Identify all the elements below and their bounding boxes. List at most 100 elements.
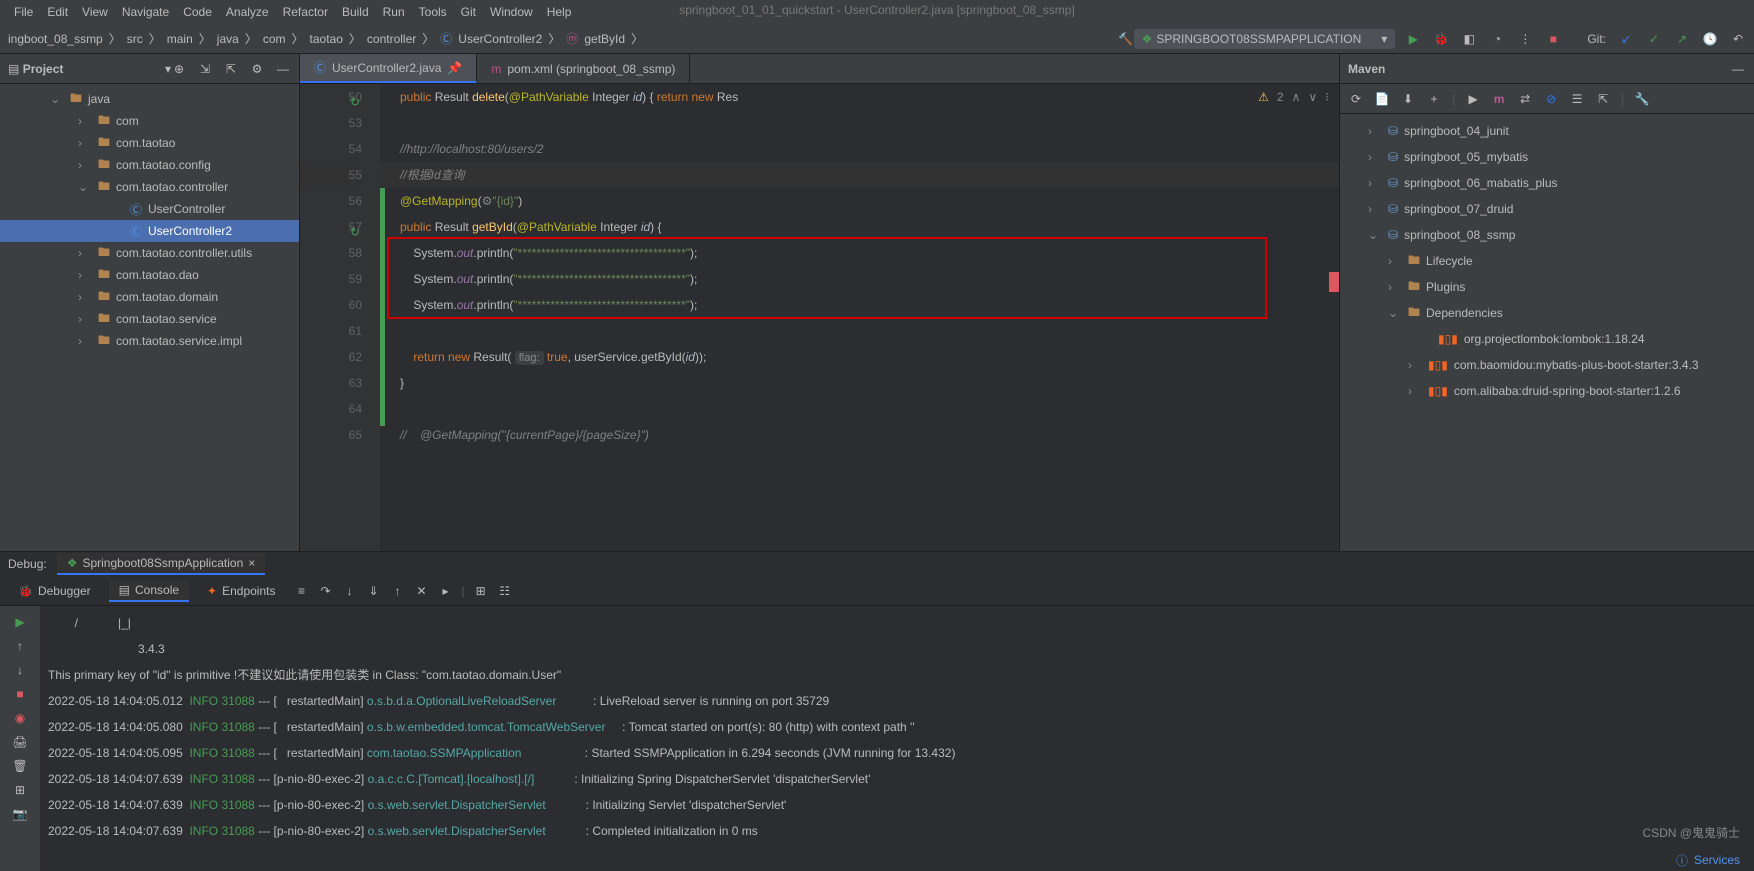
pin-icon[interactable]: 📌 [447,61,462,75]
bc-controller[interactable]: controller [367,32,416,46]
maven-item[interactable]: ›🖿Lifecycle [1340,248,1754,274]
step-into-icon[interactable]: ↓ [341,583,357,599]
tab-usercontroller2[interactable]: Ⓒ UserController2.java 📌 [300,54,477,83]
maven-item[interactable]: ›⛁springboot_05_mybatis [1340,144,1754,170]
menu-navigate[interactable]: Navigate [116,3,175,21]
run-icon[interactable]: ▶ [1405,31,1421,47]
evaluate-icon[interactable]: ⊞ [473,583,489,599]
maven-item[interactable]: ›⛁springboot_07_druid [1340,196,1754,222]
tab-pom[interactable]: m pom.xml (springboot_08_ssmp) [477,54,690,83]
debug-icon[interactable]: 🐞 [1433,31,1449,47]
collapse-icon[interactable]: ⇱ [223,61,239,77]
download-icon[interactable]: ⬇ [1400,91,1416,107]
bc-com[interactable]: com [263,32,286,46]
tree-folder-item[interactable]: ⌄🖿com.taotao.controller [0,176,299,198]
attach-icon[interactable]: ⋮ [1517,31,1533,47]
menu-file[interactable]: File [8,3,39,21]
rerun-icon[interactable]: ▶ [12,614,28,630]
status-bar[interactable]: ⓘServices [1662,849,1754,871]
maven-item[interactable]: ⌄⛁springboot_08_ssmp [1340,222,1754,248]
maven-item[interactable]: ›▮▯▮com.baomidou:mybatis-plus-boot-start… [1340,352,1754,378]
tree-class-item[interactable]: ⒸUserController2 [0,220,299,242]
tree-folder-item[interactable]: ›🖿com.taotao.controller.utils [0,242,299,264]
gear-icon[interactable]: ⚙ [249,61,265,77]
camera-icon[interactable]: 📷 [12,806,28,822]
profile-icon[interactable]: ◔ [1489,31,1505,47]
menu-tools[interactable]: Tools [413,3,453,21]
maven-item[interactable]: ›⛁springboot_04_junit [1340,118,1754,144]
run-icon[interactable]: ▶ [1465,91,1481,107]
tree-folder-item[interactable]: ›🖿com.taotao.domain [0,286,299,308]
git-update-icon[interactable]: ↙ [1618,31,1634,47]
maven-item[interactable]: ▮▯▮org.projectlombok:lombok:1.18.24 [1340,326,1754,352]
tree-folder-item[interactable]: ›🖿com.taotao [0,132,299,154]
stop2-icon[interactable]: ■ [12,686,28,702]
menu-help[interactable]: Help [541,3,578,21]
git-push-icon[interactable]: ↗ [1674,31,1690,47]
offline-icon[interactable]: ⊘ [1543,91,1559,107]
layout-icon[interactable]: ⊞ [12,782,28,798]
menu-view[interactable]: View [76,3,114,21]
collapse-icon[interactable]: ⇱ [1595,91,1611,107]
menu-refactor[interactable]: Refactor [277,3,334,21]
bc-root[interactable]: ingboot_08_ssmp [8,32,103,46]
tab-console[interactable]: ▤Console [109,580,189,602]
wrench-icon[interactable]: 🔧 [1634,91,1650,107]
maven-item[interactable]: ›🖿Plugins [1340,274,1754,300]
trash-icon[interactable]: 🗑 [12,758,28,774]
tree-folder-item[interactable]: ›🖿com.taotao.service [0,308,299,330]
step-over-icon[interactable]: ↷ [317,583,333,599]
drop-frame-icon[interactable]: ✕ [413,583,429,599]
menu-code[interactable]: Code [177,3,218,21]
print-icon[interactable]: 🖨 [12,734,28,750]
menu-git[interactable]: Git [455,3,482,21]
bc-method[interactable]: getById [584,32,625,46]
hammer-build-icon[interactable]: 🔨 [1118,31,1134,47]
expand-icon[interactable]: ⇲ [197,61,213,77]
tree-folder-item[interactable]: ›🖿com.taotao.service.impl [0,330,299,352]
tree-folder-item[interactable]: ›🖿com.taotao.config [0,154,299,176]
tab-endpoints[interactable]: ✦Endpoints [197,581,285,601]
bc-class[interactable]: UserController2 [458,32,542,46]
debug-app-tab[interactable]: ❖ Springboot08SsmpApplication × [57,553,266,575]
menu-edit[interactable]: Edit [41,3,74,21]
target-icon[interactable]: ⊕ [171,61,187,77]
skip-tests-icon[interactable]: ⇄ [1517,91,1533,107]
down-arrow-icon[interactable]: ↓ [12,662,28,678]
bc-taotao[interactable]: taotao [310,32,343,46]
run-config-selector[interactable]: ❖ SPRINGBOOT08SSMPAPPLICATION ▾ [1134,29,1396,49]
stop-icon[interactable]: ■ [1545,31,1561,47]
menu-run[interactable]: Run [377,3,411,21]
breakpoints-icon[interactable]: ◉ [12,710,28,726]
close-icon[interactable]: × [248,556,255,570]
bc-src[interactable]: src [127,32,143,46]
tree-class-item[interactable]: ⒸUserController [0,198,299,220]
add-icon[interactable]: + [1426,91,1442,107]
git-commit-icon[interactable]: ✓ [1646,31,1662,47]
watch-icon[interactable]: ☷ [497,583,513,599]
up-arrow-icon[interactable]: ↑ [12,638,28,654]
tab-debugger[interactable]: 🐞Debugger [8,581,101,601]
hide-icon[interactable]: — [275,61,291,77]
hide-icon[interactable]: — [1730,61,1746,77]
maven-item[interactable]: ›⛁springboot_06_mabatis_plus [1340,170,1754,196]
coverage-icon[interactable]: ◧ [1461,31,1477,47]
force-step-icon[interactable]: ⇓ [365,583,381,599]
run-cursor-icon[interactable]: ▸ [437,583,453,599]
graph-icon[interactable]: ☰ [1569,91,1585,107]
git-history-icon[interactable]: 🕓 [1702,31,1718,47]
tree-folder-item[interactable]: ›🖿com.taotao.dao [0,264,299,286]
inspection-widget[interactable]: ⚠2 ∧∨⁝ [1258,90,1329,104]
reload-icon[interactable]: ⟳ [1348,91,1364,107]
step-out-icon[interactable]: ↑ [389,583,405,599]
bc-java[interactable]: java [217,32,239,46]
maven-item[interactable]: ›▮▯▮com.alibaba:druid-spring-boot-starte… [1340,378,1754,404]
menu-window[interactable]: Window [484,3,539,21]
tree-folder-item[interactable]: ›🖿com [0,110,299,132]
code-area[interactable]: public Result delete(@PathVariable Integ… [380,84,1339,551]
menu-build[interactable]: Build [336,3,375,21]
console-output[interactable]: / |_| 3.4.3 This primary key of "id" is … [40,606,1754,871]
menu-analyze[interactable]: Analyze [220,3,275,21]
bc-main[interactable]: main [167,32,193,46]
maven-m-icon[interactable]: m [1491,91,1507,107]
